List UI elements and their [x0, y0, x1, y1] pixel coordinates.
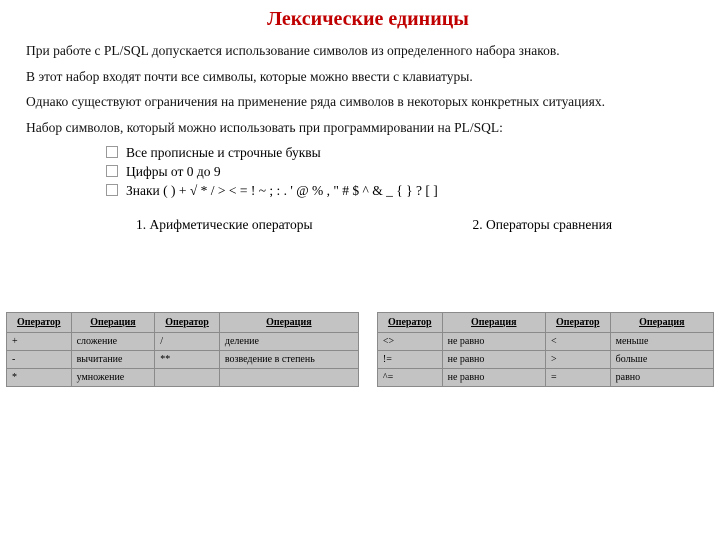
bullet-list: Все прописные и строчные буквы Цифры от … — [106, 145, 702, 199]
col-header: Операция — [442, 313, 545, 333]
table-row: != не равно > больше — [377, 351, 713, 369]
bullet-icon — [106, 165, 118, 177]
cell: равно — [610, 369, 713, 387]
cell: + — [7, 333, 72, 351]
table-row: <> не равно < меньше — [377, 333, 713, 351]
cell: * — [7, 369, 72, 387]
col-header: Оператор — [7, 313, 72, 333]
tables-container: Оператор Операция Оператор Операция + сл… — [6, 312, 714, 387]
list-item: Цифры от 0 до 9 — [106, 164, 702, 180]
cell: > — [545, 351, 610, 369]
cell: / — [155, 333, 220, 351]
col-header: Оператор — [377, 313, 442, 333]
col-header: Оператор — [545, 313, 610, 333]
col-header: Операция — [71, 313, 155, 333]
cell: сложение — [71, 333, 155, 351]
cell: возведение в степень — [219, 351, 358, 369]
page-title: Лексические единицы — [218, 8, 518, 31]
cell: не равно — [442, 333, 545, 351]
table-row: * умножение — [7, 369, 359, 387]
paragraph: В этот набор входят почти все символы, к… — [26, 67, 702, 87]
cell: не равно — [442, 351, 545, 369]
cell: меньше — [610, 333, 713, 351]
bullet-icon — [106, 184, 118, 196]
comparison-operators-table: Оператор Операция Оператор Операция <> н… — [377, 312, 714, 387]
table-row: - вычитание ** возведение в степень — [7, 351, 359, 369]
table2-caption: 2. Операторы сравнения — [473, 217, 613, 233]
cell: умножение — [71, 369, 155, 387]
cell: не равно — [442, 369, 545, 387]
cell: < — [545, 333, 610, 351]
cell: ** — [155, 351, 220, 369]
list-item: Знаки ( ) + √ * / > < = ! ~ ; : . ' @ % … — [106, 183, 702, 199]
paragraph: При работе с PL/SQL допускается использо… — [26, 41, 702, 61]
table-row: ^= не равно = равно — [377, 369, 713, 387]
col-header: Операция — [610, 313, 713, 333]
arithmetic-operators-table: Оператор Операция Оператор Операция + сл… — [6, 312, 359, 387]
cell: ^= — [377, 369, 442, 387]
list-item-text: Знаки ( ) + √ * / > < = ! ~ ; : . ' @ % … — [126, 183, 438, 198]
table-header-row: Оператор Операция Оператор Операция — [7, 313, 359, 333]
cell: - — [7, 351, 72, 369]
subtitles-row: 1. Арифметические операторы 2. Операторы… — [18, 217, 702, 233]
cell: <> — [377, 333, 442, 351]
cell: != — [377, 351, 442, 369]
bullet-icon — [106, 146, 118, 158]
cell — [219, 369, 358, 387]
paragraph: Однако существуют ограничения на примене… — [26, 92, 702, 112]
list-item: Все прописные и строчные буквы — [106, 145, 702, 161]
col-header: Оператор — [155, 313, 220, 333]
table-header-row: Оператор Операция Оператор Операция — [377, 313, 713, 333]
col-header: Операция — [219, 313, 358, 333]
table1-caption: 1. Арифметические операторы — [136, 217, 313, 233]
cell: вычитание — [71, 351, 155, 369]
slide: Лексические единицы При работе с PL/SQL … — [0, 0, 720, 540]
cell: больше — [610, 351, 713, 369]
table-row: + сложение / деление — [7, 333, 359, 351]
paragraph: Набор символов, который можно использова… — [26, 118, 702, 138]
cell: деление — [219, 333, 358, 351]
cell: = — [545, 369, 610, 387]
list-item-text: Все прописные и строчные буквы — [126, 145, 321, 160]
list-item-text: Цифры от 0 до 9 — [126, 164, 221, 179]
cell — [155, 369, 220, 387]
